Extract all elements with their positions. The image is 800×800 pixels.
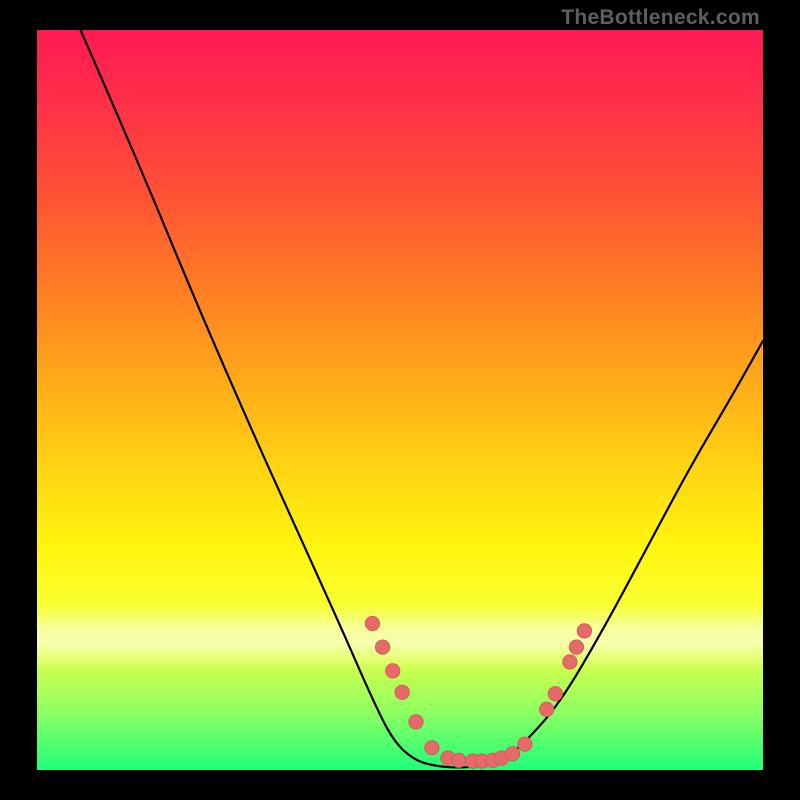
marker-dot xyxy=(548,687,562,701)
marker-dot xyxy=(365,616,379,630)
marker-dot xyxy=(409,715,423,729)
marker-dot xyxy=(577,624,591,638)
chart-svg xyxy=(37,30,763,770)
marker-dot xyxy=(563,655,577,669)
marker-dot xyxy=(375,640,389,654)
marker-dot xyxy=(518,737,532,751)
chart-stage: TheBottleneck.com xyxy=(0,0,800,800)
chart-plot-area xyxy=(37,30,763,770)
marker-dot xyxy=(386,664,400,678)
marker-dot xyxy=(425,741,439,755)
marker-dot xyxy=(569,640,583,654)
marker-dot xyxy=(395,685,409,699)
marker-dot xyxy=(539,702,553,716)
marker-dot xyxy=(505,747,519,761)
bottleneck-curve xyxy=(81,30,763,767)
marker-dot xyxy=(452,753,466,767)
watermark-text: TheBottleneck.com xyxy=(561,6,760,30)
